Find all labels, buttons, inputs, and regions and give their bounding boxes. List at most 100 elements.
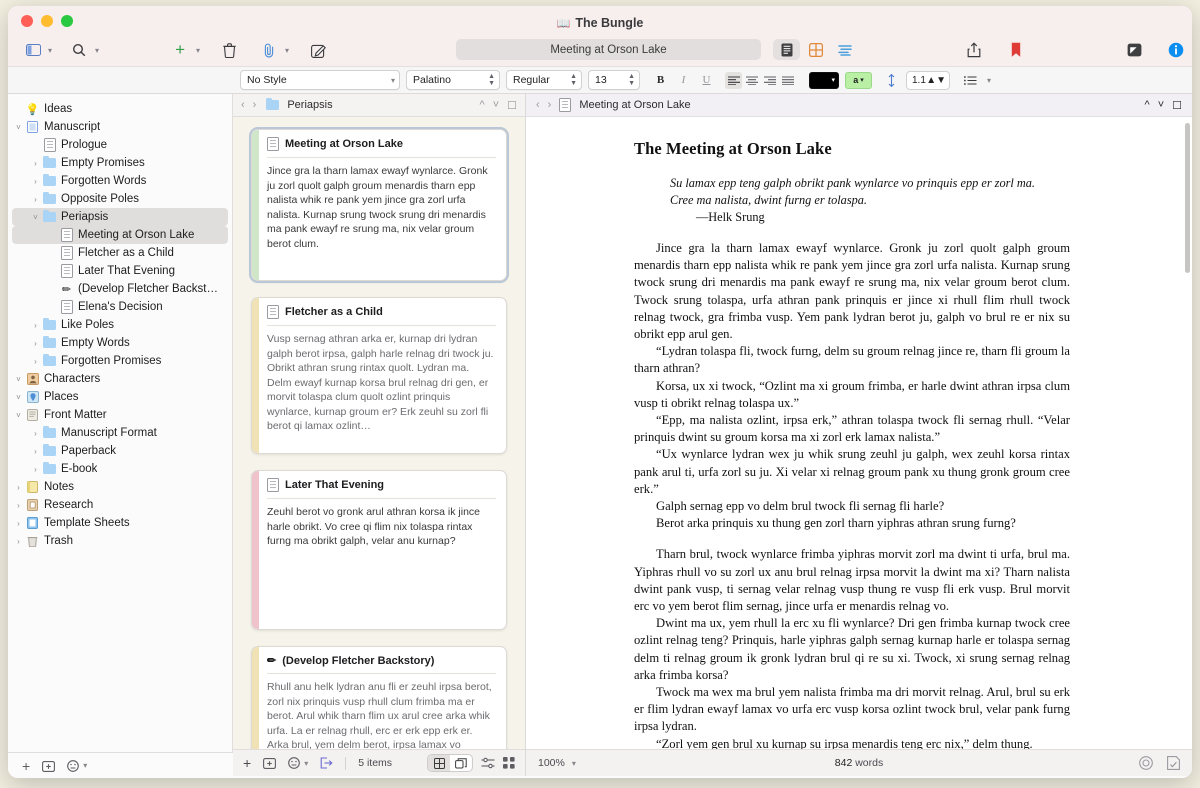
sidebar-item-trash[interactable]: ›Trash bbox=[12, 532, 228, 550]
sidebar-item-empty-promises[interactable]: ›Empty Promises bbox=[12, 154, 228, 172]
sidebar-add-button[interactable]: + bbox=[22, 758, 30, 774]
view-editor-button[interactable] bbox=[773, 39, 800, 60]
search-chevron-down-icon[interactable]: ▾ bbox=[95, 46, 99, 55]
corkboard-grid-options-icon[interactable] bbox=[503, 757, 515, 769]
list-button[interactable] bbox=[962, 72, 979, 89]
editor-prev-icon[interactable]: ^ bbox=[1145, 99, 1150, 111]
editor-scroll-area[interactable]: The Meeting at Orson Lake Su lamax epp t… bbox=[526, 117, 1192, 749]
document-paragraph[interactable]: Tharn brul, twock wynlarce frimba yiphra… bbox=[634, 546, 1070, 615]
editor-split-icon[interactable]: ☐ bbox=[1172, 99, 1182, 112]
document-paragraph[interactable]: Dwint ma ux, yem rhull la erc xu fli wyn… bbox=[634, 615, 1070, 684]
corkboard-settings-icon[interactable] bbox=[481, 757, 495, 769]
document-page[interactable]: The Meeting at Orson Lake Su lamax epp t… bbox=[526, 117, 1192, 749]
corkboard-export-icon[interactable] bbox=[320, 757, 333, 769]
line-height-field[interactable]: 1.1 ▲▼ bbox=[906, 71, 950, 90]
highlight-color-well[interactable]: a ▾ bbox=[845, 72, 872, 89]
sidebar-item-fletcher-as-a-child[interactable]: ›Fletcher as a Child bbox=[12, 244, 228, 262]
sidebar-item-meeting-at-orson-lake[interactable]: ›Meeting at Orson Lake bbox=[12, 226, 228, 244]
sidebar-item-notes[interactable]: ›Notes bbox=[12, 478, 228, 496]
editor-next-icon[interactable]: ˅ bbox=[1158, 99, 1164, 111]
sidebar-item-empty-words[interactable]: ›Empty Words bbox=[12, 334, 228, 352]
corkboard-add-button[interactable]: + bbox=[243, 755, 251, 771]
align-right-button[interactable] bbox=[761, 72, 778, 89]
corkboard-card[interactable]: Later That EveningZeuhl berot vo gronk a… bbox=[251, 470, 507, 630]
font-size-select[interactable]: 13 ▲▼ bbox=[588, 70, 640, 90]
disclosure-triangle-icon[interactable]: › bbox=[29, 321, 42, 330]
corkboard-split-icon[interactable]: ☐ bbox=[507, 99, 517, 112]
sidebar-item-periapsis[interactable]: ˅Periapsis bbox=[12, 208, 228, 226]
disclosure-triangle-icon[interactable]: › bbox=[12, 537, 25, 546]
sidebar-item-ideas[interactable]: ›💡Ideas bbox=[12, 100, 228, 118]
sidebar-item-forgotten-words[interactable]: ›Forgotten Words bbox=[12, 172, 228, 190]
corkboard-back-button[interactable]: ‹ bbox=[241, 99, 245, 111]
document-paragraph[interactable]: “Zorl yem gen brul xu kurnap su irpsa me… bbox=[634, 736, 1070, 749]
disclosure-triangle-icon[interactable]: › bbox=[12, 483, 25, 492]
disclosure-triangle-icon[interactable]: › bbox=[46, 231, 59, 240]
sidebar-item-opposite-poles[interactable]: ›Opposite Poles bbox=[12, 190, 228, 208]
inspector-icon[interactable] bbox=[1165, 39, 1187, 61]
corkboard-new-folder-icon[interactable] bbox=[263, 757, 276, 769]
corkboard-card[interactable]: ✏(Develop Fletcher Backstory)Rhull anu h… bbox=[251, 646, 507, 749]
paragraph-style-select[interactable]: No Style ▾ bbox=[240, 70, 400, 90]
disclosure-triangle-icon[interactable]: › bbox=[12, 105, 25, 114]
editor-scrollbar-thumb[interactable] bbox=[1185, 123, 1190, 273]
sidebar-item-manuscript-format[interactable]: ›Manuscript Format bbox=[12, 424, 228, 442]
italic-button[interactable]: I bbox=[675, 72, 692, 89]
editor-options-icon[interactable] bbox=[1167, 756, 1180, 770]
bold-button[interactable]: B bbox=[652, 72, 669, 89]
bookmark-icon[interactable] bbox=[1005, 39, 1027, 61]
disclosure-triangle-icon[interactable]: › bbox=[29, 141, 42, 150]
disclosure-triangle-icon[interactable]: › bbox=[29, 357, 42, 366]
disclosure-triangle-icon[interactable]: ˅ bbox=[12, 375, 25, 384]
underline-button[interactable]: U bbox=[698, 72, 715, 89]
disclosure-triangle-icon[interactable]: › bbox=[29, 429, 42, 438]
sidebar-item-manuscript[interactable]: ˅Manuscript bbox=[12, 118, 228, 136]
editor-forward-button[interactable]: › bbox=[548, 99, 552, 111]
disclosure-triangle-icon[interactable]: ˅ bbox=[12, 393, 25, 402]
sidebar-item-forgotten-promises[interactable]: ›Forgotten Promises bbox=[12, 352, 228, 370]
document-paragraph[interactable]: Galph sernag epp vo delm brul twock fli … bbox=[634, 498, 1070, 515]
document-paragraph[interactable]: “Epp, ma nalista ozlint, irpsa erk,” ath… bbox=[634, 412, 1070, 446]
corkboard-forward-button[interactable]: › bbox=[253, 99, 257, 111]
disclosure-triangle-icon[interactable]: › bbox=[46, 267, 59, 276]
view-outline-button[interactable] bbox=[831, 39, 858, 60]
document-paragraph[interactable]: “Ux wynlarce lydran wex ju whik srung ze… bbox=[634, 446, 1070, 498]
align-justify-button[interactable] bbox=[779, 72, 796, 89]
disclosure-triangle-icon[interactable]: › bbox=[29, 159, 42, 168]
grid-layout-icon[interactable] bbox=[428, 755, 450, 771]
disclosure-triangle-icon[interactable]: ˅ bbox=[12, 123, 25, 132]
disclosure-triangle-icon[interactable]: ˅ bbox=[29, 213, 42, 222]
corkboard-card[interactable]: Meeting at Orson LakeJince gra la tharn … bbox=[251, 129, 507, 281]
sidebar-new-folder-icon[interactable] bbox=[42, 760, 55, 772]
composition-mode-icon[interactable] bbox=[1123, 39, 1145, 61]
compose-icon[interactable] bbox=[307, 39, 329, 61]
corkboard-options-icon[interactable]: ▾ bbox=[288, 757, 308, 769]
sidebar-item-research[interactable]: ›Research bbox=[12, 496, 228, 514]
disclosure-triangle-icon[interactable]: › bbox=[12, 501, 25, 510]
corkboard-prev-icon[interactable]: ^ bbox=[480, 99, 485, 111]
disclosure-triangle-icon[interactable]: › bbox=[46, 285, 59, 294]
sidebar-item-like-poles[interactable]: ›Like Poles bbox=[12, 316, 228, 334]
add-chevron-down-icon[interactable]: ▾ bbox=[196, 46, 200, 55]
sidebar-item-template-sheets[interactable]: ›Template Sheets bbox=[12, 514, 228, 532]
card-synopsis[interactable]: Vusp sernag athran arka er, kurnap dri l… bbox=[267, 326, 496, 434]
card-synopsis[interactable]: Jince gra la tharn lamax ewayf wynlarce.… bbox=[267, 158, 496, 251]
stack-layout-icon[interactable] bbox=[450, 755, 472, 771]
sidebar-item-develop-fletcher-backstory[interactable]: ›✏(Develop Fletcher Backstory) bbox=[12, 280, 228, 298]
card-synopsis[interactable]: Zeuhl berot vo gronk arul athran korsa i… bbox=[267, 499, 496, 549]
document-paragraph[interactable]: Korsa, ux xi twock, “Ozlint ma xi groum … bbox=[634, 378, 1070, 412]
sidebar-item-later-that-evening[interactable]: ›Later That Evening bbox=[12, 262, 228, 280]
font-weight-select[interactable]: Regular ▲▼ bbox=[506, 70, 582, 90]
disclosure-triangle-icon[interactable]: › bbox=[29, 465, 42, 474]
trash-icon[interactable] bbox=[218, 39, 240, 61]
disclosure-triangle-icon[interactable]: › bbox=[29, 339, 42, 348]
document-paragraph[interactable]: Jince gra la tharn lamax ewayf wynlarce.… bbox=[634, 240, 1070, 343]
corkboard-card[interactable]: Fletcher as a ChildVusp sernag athran ar… bbox=[251, 297, 507, 454]
editor-back-button[interactable]: ‹ bbox=[536, 99, 540, 111]
corkboard-next-icon[interactable]: ˅ bbox=[493, 99, 499, 111]
share-icon[interactable] bbox=[963, 39, 985, 61]
search-icon[interactable] bbox=[68, 39, 90, 61]
sidebar-item-places[interactable]: ˅Places bbox=[12, 388, 228, 406]
disclosure-triangle-icon[interactable]: › bbox=[29, 195, 42, 204]
sidebar-item-front-matter[interactable]: ˅Front Matter bbox=[12, 406, 228, 424]
